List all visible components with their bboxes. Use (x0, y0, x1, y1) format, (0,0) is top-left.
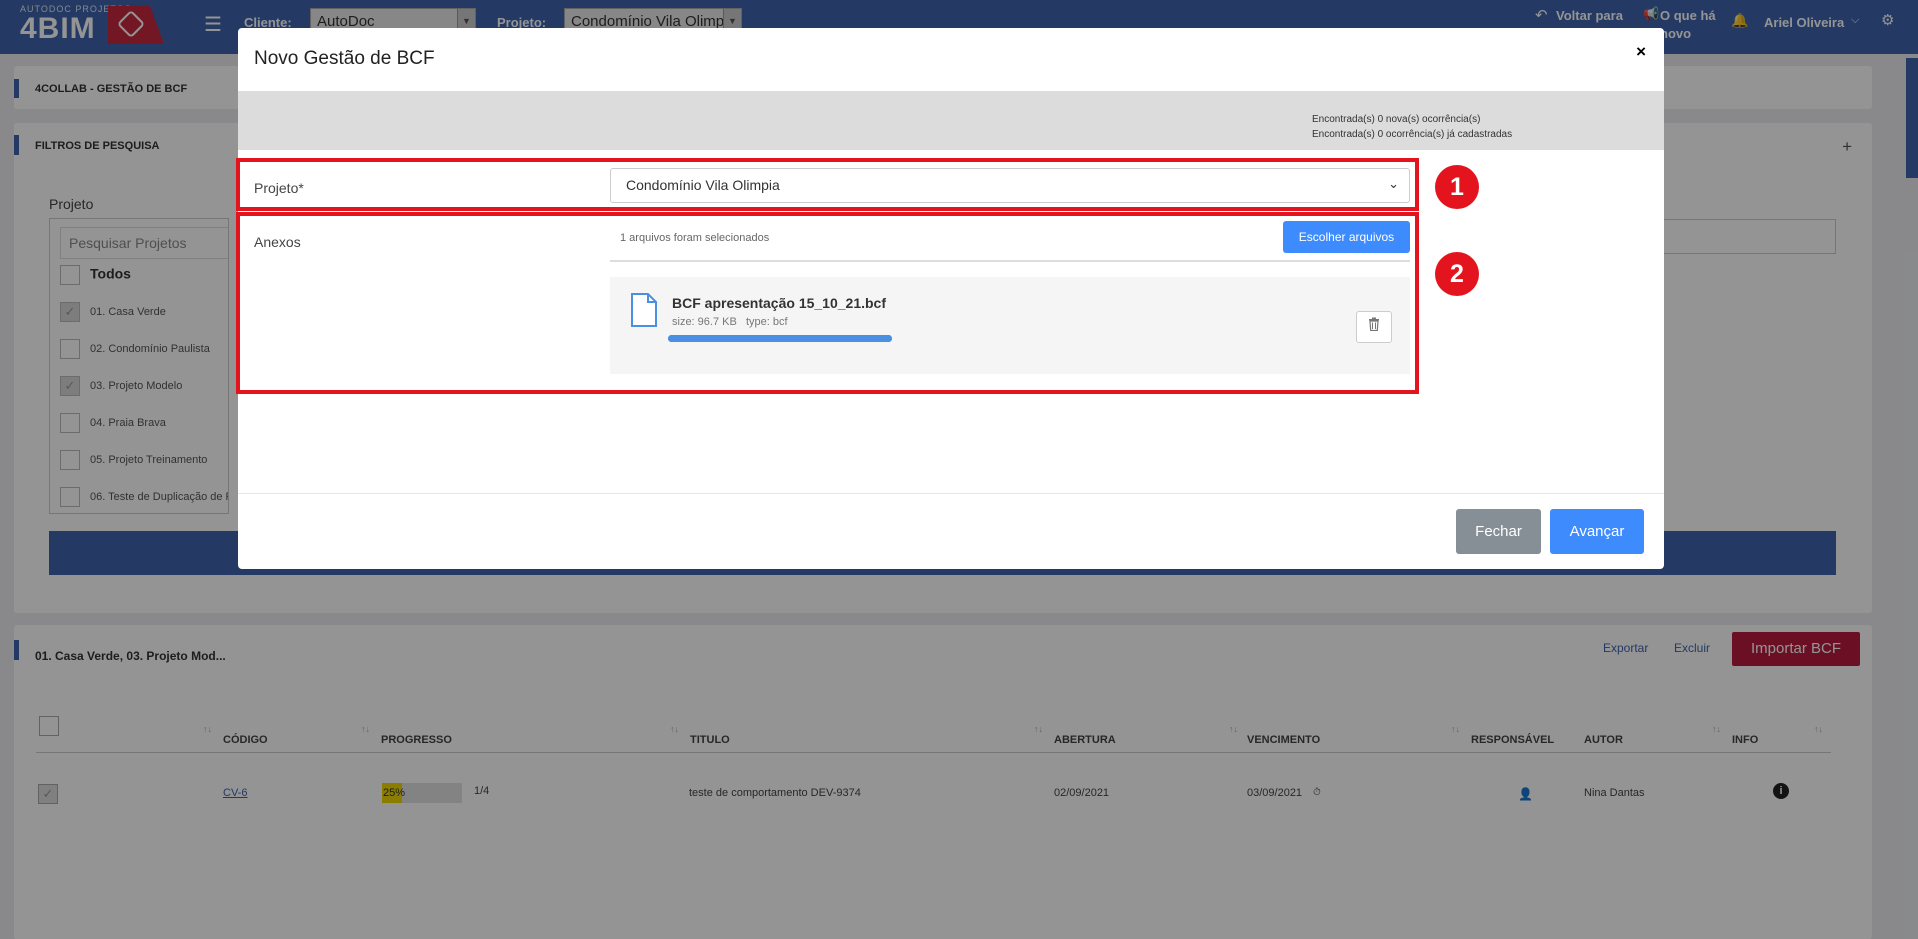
close-icon[interactable]: × (1636, 42, 1646, 62)
annotation-box-1 (236, 158, 1419, 211)
annotation-box-2 (236, 212, 1419, 394)
annotation-badge-2: 2 (1435, 252, 1479, 296)
modal-title: Novo Gestão de BCF (254, 48, 435, 69)
new-occurrences-text: Encontrada(s) 0 nova(s) ocorrência(s) (1312, 114, 1481, 125)
close-button[interactable]: Fechar (1456, 509, 1541, 554)
existing-occurrences-text: Encontrada(s) 0 ocorrência(s) já cadastr… (1312, 129, 1513, 140)
divider (238, 493, 1664, 494)
next-button[interactable]: Avançar (1550, 509, 1644, 554)
info-band: Encontrada(s) 0 nova(s) ocorrência(s) En… (238, 92, 1664, 150)
annotation-badge-1: 1 (1435, 165, 1479, 209)
